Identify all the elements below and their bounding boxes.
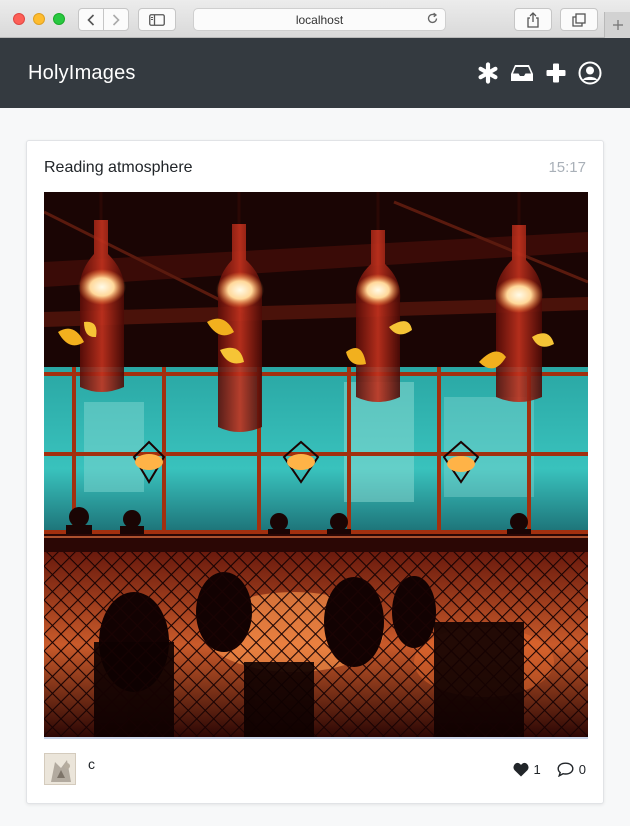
sidebar-icon — [149, 13, 165, 26]
avatar[interactable] — [44, 753, 76, 785]
chevron-right-icon — [112, 13, 120, 26]
plus-icon — [612, 20, 623, 30]
like-count: 1 — [533, 761, 541, 777]
show-tabs-button[interactable] — [560, 8, 598, 31]
asterisk-icon[interactable] — [476, 61, 500, 85]
back-button[interactable] — [78, 8, 104, 31]
comment-icon[interactable] — [557, 761, 575, 777]
forward-button[interactable] — [103, 8, 129, 31]
close-window-button[interactable] — [13, 13, 25, 25]
browser-toolbar: localhost — [0, 0, 630, 38]
author-name[interactable]: c — [88, 756, 95, 772]
address-bar[interactable]: localhost — [193, 8, 446, 31]
address-text: localhost — [295, 12, 344, 27]
user-circle-icon[interactable] — [578, 61, 602, 85]
sidebar-toggle-button[interactable] — [138, 8, 176, 31]
post-stats: 1 0 — [512, 761, 586, 777]
chevron-left-icon — [87, 13, 95, 26]
navbar-actions — [476, 61, 602, 85]
tabs-icon — [572, 12, 586, 27]
share-icon — [527, 11, 539, 28]
comment-count: 0 — [578, 761, 586, 777]
post-image[interactable] — [44, 192, 588, 738]
zoom-window-button[interactable] — [53, 13, 65, 25]
new-tab-button[interactable] — [604, 12, 630, 38]
inbox-icon[interactable] — [510, 61, 534, 85]
post-title: Reading atmosphere — [44, 159, 193, 176]
minimize-window-button[interactable] — [33, 13, 45, 25]
post-time: 15:17 — [548, 159, 586, 176]
reload-icon[interactable] — [426, 12, 439, 28]
avatar-image — [45, 754, 75, 784]
brand-logo[interactable]: HolyImages — [28, 62, 136, 85]
share-button[interactable] — [514, 8, 552, 31]
post-card: Reading atmosphere 15:17 c 1 0 — [26, 140, 604, 804]
plus-icon[interactable] — [544, 61, 568, 85]
post-image-illustration — [44, 192, 588, 738]
image-divider — [44, 737, 588, 739]
heart-icon[interactable] — [512, 761, 530, 777]
app-navbar: HolyImages — [0, 38, 630, 108]
